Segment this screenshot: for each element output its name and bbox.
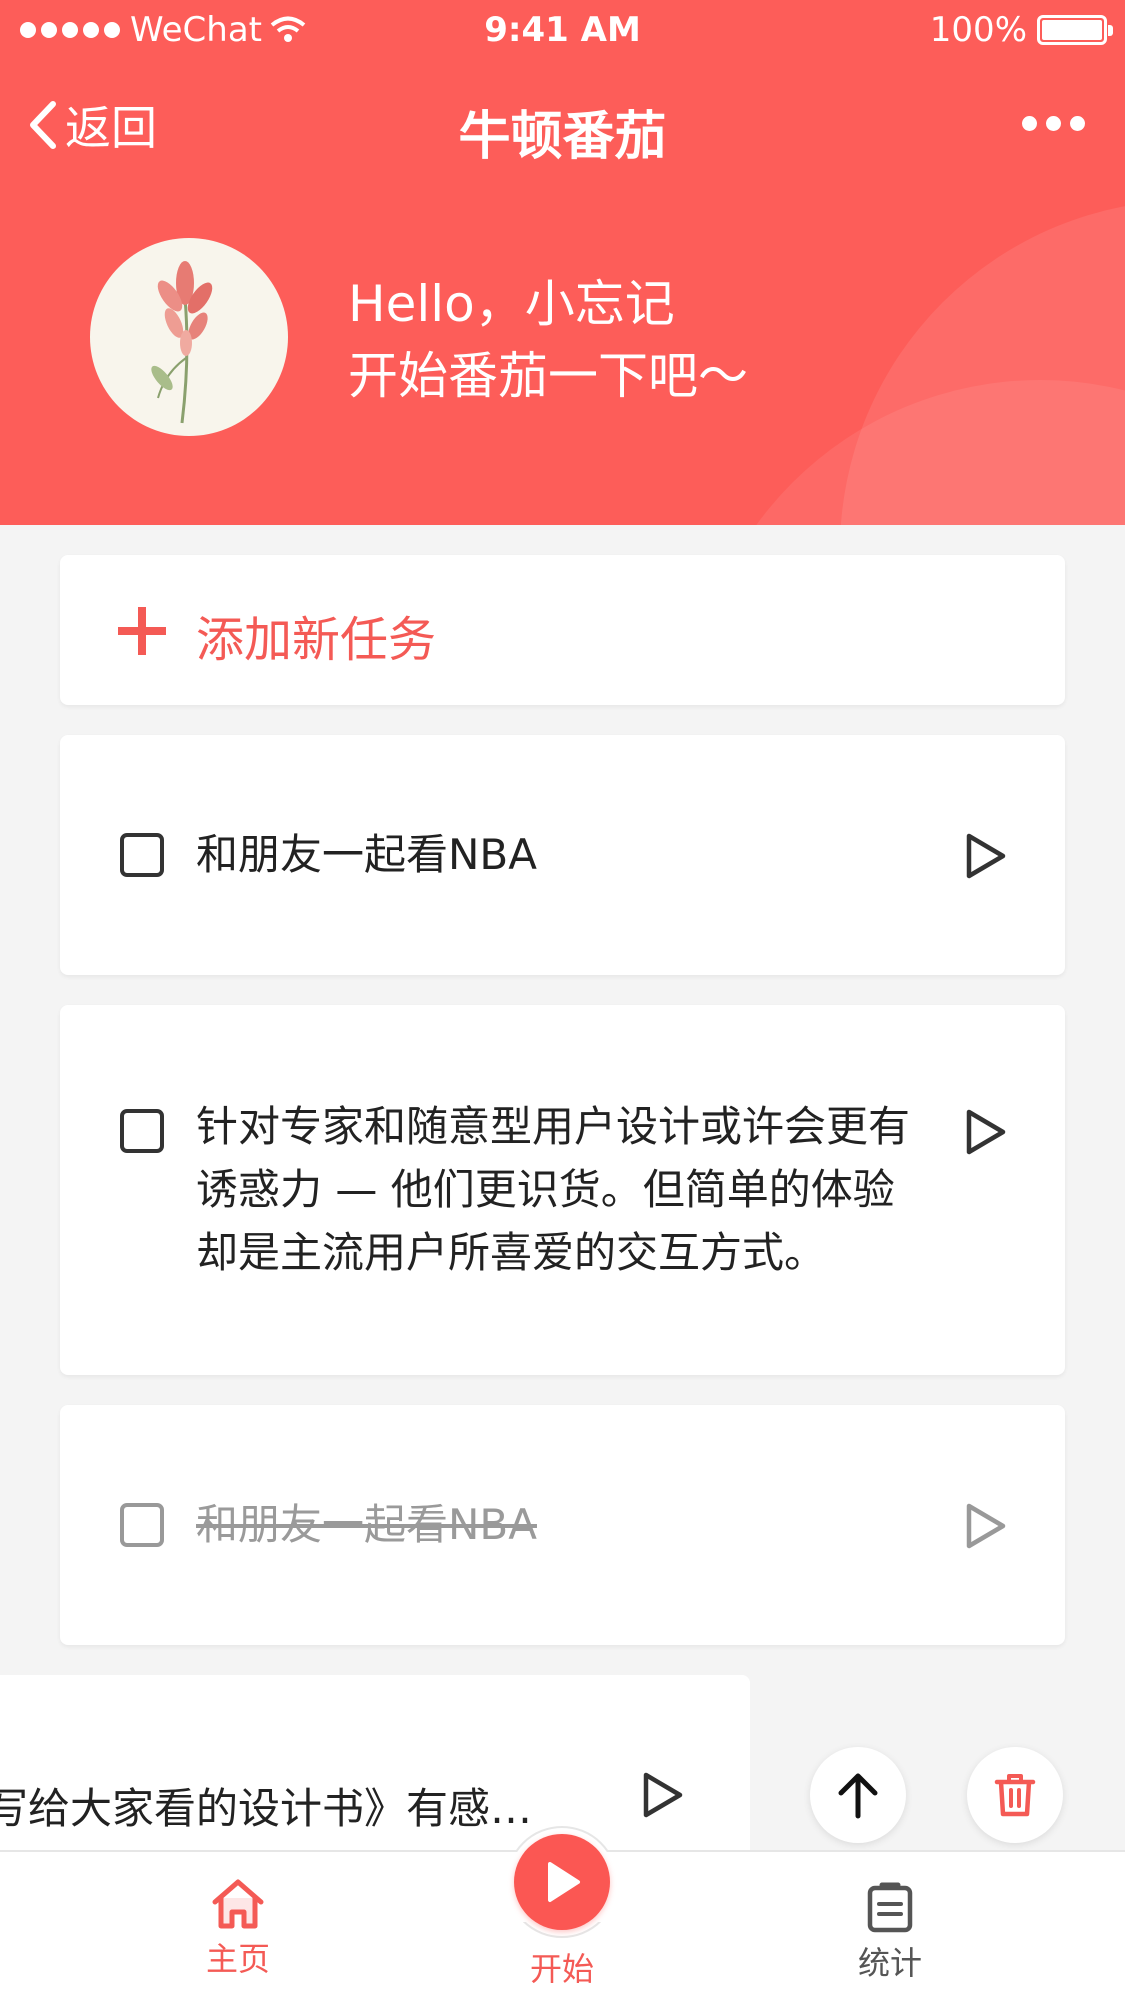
start-button[interactable] — [514, 1834, 610, 1930]
play-icon[interactable] — [963, 1107, 1009, 1157]
header: WeChat 9:41 AM 100% 返回 牛顿番茄 Hello，小忘记 开始… — [0, 0, 1125, 525]
move-up-button[interactable] — [810, 1747, 906, 1843]
delete-button[interactable] — [967, 1747, 1063, 1843]
greeting: Hello，小忘记 开始番茄一下吧～ — [348, 268, 748, 412]
task-text: 针对专家和随意型用户设计或许会更有诱惑力 — 他们更识货。但简单的体验却是主流用… — [196, 1102, 911, 1277]
task-text: 和朋友一起看NBA — [196, 1500, 537, 1549]
add-task-label: 添加新任务 — [196, 612, 437, 668]
checkbox-icon[interactable] — [120, 1109, 164, 1153]
play-icon[interactable] — [640, 1770, 686, 1820]
task-card-completed[interactable]: 和朋友一起看NBA — [60, 1405, 1065, 1645]
greeting-line: Hello，小忘记 — [348, 275, 675, 333]
battery-percent: 100% — [929, 10, 1027, 50]
play-icon[interactable] — [963, 831, 1009, 881]
tab-home-label: 主页 — [205, 1940, 270, 1978]
trash-icon — [994, 1774, 1036, 1817]
home-icon — [212, 1879, 264, 1929]
add-task-button[interactable]: 添加新任务 — [60, 555, 1065, 705]
task-card[interactable]: 针对专家和随意型用户设计或许会更有诱惑力 — 他们更识货。但简单的体验却是主流用… — [60, 1005, 1065, 1375]
status-bar: WeChat 9:41 AM 100% — [0, 0, 1125, 60]
flower-icon — [151, 261, 213, 424]
checkbox-icon[interactable] — [120, 833, 164, 877]
greeting-line: 开始番茄一下吧～ — [348, 347, 748, 405]
more-icon[interactable] — [1022, 116, 1085, 131]
page-title: 牛顿番茄 — [458, 107, 667, 167]
avatar[interactable] — [90, 238, 288, 436]
tab-stats-label: 统计 — [857, 1944, 922, 1982]
swiped-task-card[interactable]: 写给大家看的设计书》有感… — [0, 1675, 750, 1875]
checkbox-icon[interactable] — [120, 1503, 164, 1547]
tab-start-label: 开始 — [529, 1950, 594, 1988]
clipboard-icon — [867, 1882, 913, 1933]
tab-home[interactable]: 主页 — [158, 1878, 318, 1980]
play-icon[interactable] — [963, 1501, 1009, 1551]
plus-icon — [118, 607, 166, 655]
task-card[interactable]: 和朋友一起看NBA — [60, 735, 1065, 975]
arrow-up-icon — [838, 1773, 878, 1819]
battery-icon — [1037, 15, 1113, 45]
tab-stats[interactable]: 统计 — [810, 1882, 970, 1984]
task-text: 和朋友一起看NBA — [196, 830, 537, 879]
play-icon — [548, 1862, 580, 1902]
nav-bar: 返回 牛顿番茄 — [0, 80, 1125, 170]
task-text: 写给大家看的设计书》有感… — [0, 1784, 533, 1833]
